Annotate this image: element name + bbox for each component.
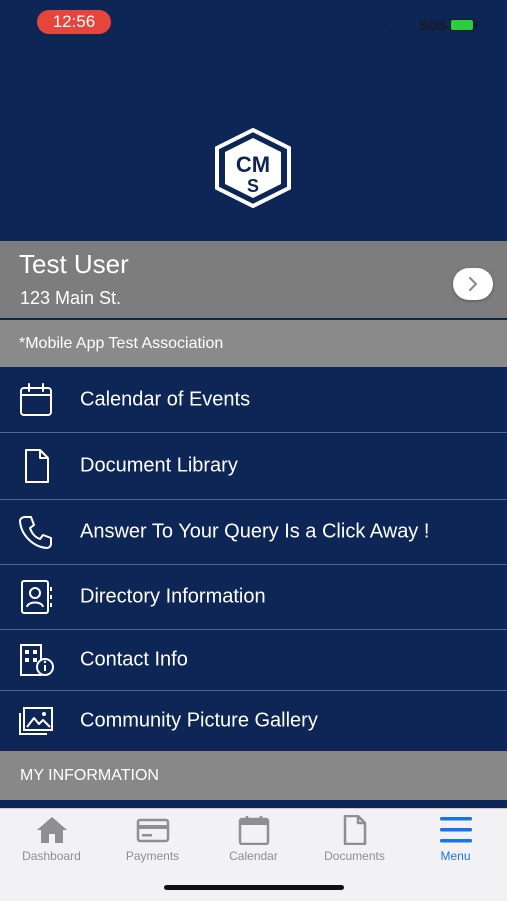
tab-label: Documents <box>324 849 385 863</box>
tab-dashboard[interactable]: Dashboard <box>1 815 102 863</box>
menu-item-contact-info[interactable]: Contact Info <box>0 630 507 691</box>
hamburger-icon <box>439 817 472 843</box>
tab-documents[interactable]: Documents <box>304 815 405 863</box>
menu-item-label: Answer To Your Query Is a Click Away ! <box>80 520 430 543</box>
menu-item-query[interactable]: Answer To Your Query Is a Click Away ! <box>0 500 507 565</box>
home-indicator <box>164 885 344 890</box>
user-name: Test User <box>19 249 129 279</box>
calendar-icon <box>238 816 269 845</box>
contact-card-icon <box>21 580 52 614</box>
calendar-icon <box>20 383 52 416</box>
menu-item-document-library[interactable]: Document Library <box>0 433 507 500</box>
building-info-icon <box>20 644 54 676</box>
menu-item-label: Document Library <box>80 454 238 477</box>
profile-open-button[interactable] <box>453 268 493 300</box>
tab-label: Dashboard <box>22 849 81 863</box>
card-icon <box>136 818 169 843</box>
home-icon <box>36 817 67 843</box>
menu-item-label: Community Picture Gallery <box>80 709 318 732</box>
menu-item-label: Directory Information <box>80 585 266 608</box>
phone-icon <box>19 516 52 549</box>
user-address: 123 Main St. <box>20 288 122 308</box>
cms-logo-icon: CM S <box>215 128 291 208</box>
svg-text:CM: CM <box>236 152 270 177</box>
document-icon <box>343 815 366 845</box>
tab-label: Calendar <box>229 849 278 863</box>
battery-icon <box>450 19 477 31</box>
tab-menu[interactable]: Menu <box>405 815 506 863</box>
main-menu: Calendar of Events Document Library Answ… <box>0 368 507 752</box>
user-profile-panel[interactable]: Test User 123 Main St. <box>0 241 507 318</box>
tab-label: Menu <box>440 849 471 863</box>
menu-item-gallery[interactable]: Community Picture Gallery <box>0 691 507 752</box>
gallery-icon <box>19 707 53 735</box>
tab-payments[interactable]: Payments <box>102 815 203 863</box>
menu-item-directory[interactable]: Directory Information <box>0 565 507 630</box>
association-label: *Mobile App Test Association <box>0 320 507 367</box>
svg-text:S: S <box>247 176 259 196</box>
section-header-my-information: MY INFORMATION <box>0 751 507 800</box>
tab-calendar[interactable]: Calendar <box>203 815 304 863</box>
menu-item-calendar[interactable]: Calendar of Events <box>0 368 507 433</box>
signal-indicator: .... <box>389 20 409 34</box>
menu-item-label: Calendar of Events <box>80 388 251 411</box>
carrier-label: SOS <box>419 18 447 33</box>
document-icon <box>25 449 49 483</box>
menu-item-label: Contact Info <box>80 648 188 671</box>
chevron-right-icon <box>469 277 477 291</box>
tab-label: Payments <box>125 849 180 863</box>
status-time: 12:56 <box>37 10 111 34</box>
status-bar: 12:56 .... SOS <box>0 0 507 44</box>
